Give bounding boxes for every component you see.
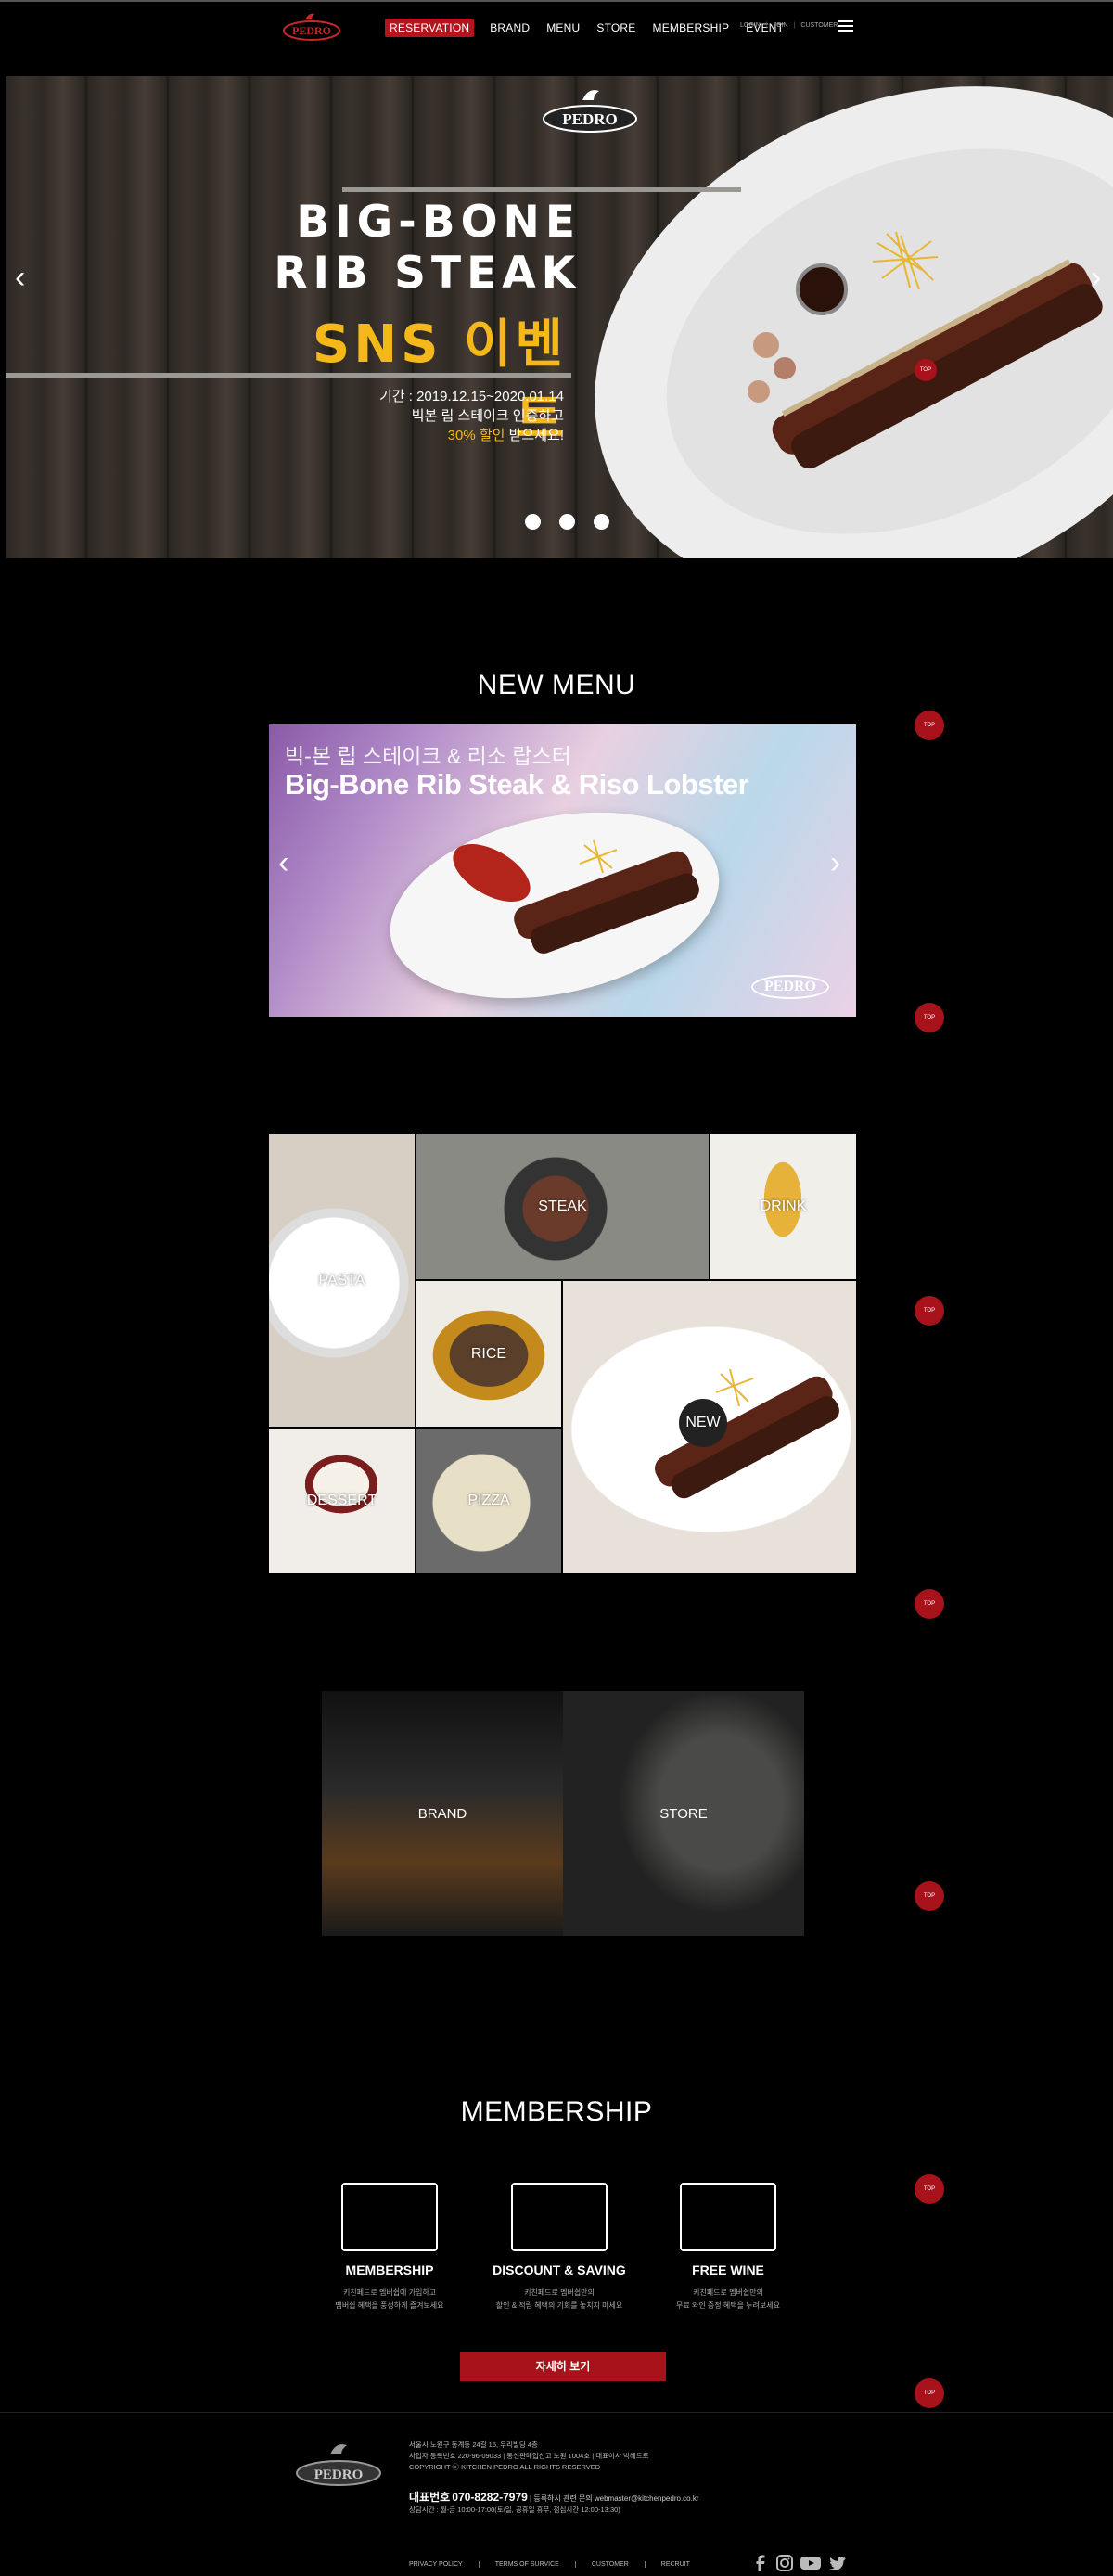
menu-steak-label: STEAK (538, 1198, 587, 1214)
menu-category-grid: PASTA STEAK DRINK RICE NEW DESSERT PIZZA (269, 1134, 856, 1573)
new-menu-banner[interactable]: 빅-본 립 스테이크 & 리소 랍스터 Big-Bone Rib Steak &… (269, 724, 856, 1017)
nav-reservation[interactable]: RESERVATION (385, 19, 475, 37)
menu-pizza[interactable]: PIZZA (416, 1429, 561, 1573)
steak-illustration (748, 231, 1103, 469)
hero-prev-arrow-icon[interactable]: ‹ (15, 260, 25, 296)
pedro-logo[interactable]: PEDRO (281, 10, 342, 42)
menu-pizza-label: PIZZA (467, 1493, 510, 1508)
nav-brand[interactable]: BRAND (490, 21, 530, 34)
store-label: STORE (659, 1805, 708, 1822)
svg-text:PEDRO: PEDRO (292, 24, 331, 37)
menu-dessert[interactable]: DESSERT (269, 1429, 415, 1573)
top-button[interactable]: TOP (915, 711, 944, 740)
top-button[interactable]: TOP (915, 2378, 944, 2408)
top-button[interactable]: TOP (915, 1589, 944, 1619)
hero-divider-bottom (6, 373, 571, 378)
svg-text:PEDRO: PEDRO (562, 110, 618, 128)
hero-top-button[interactable]: TOP (915, 359, 937, 381)
login-link[interactable]: LOGIN (740, 22, 761, 29)
site-header: PEDRO RESERVATION BRAND MENU STORE MEMBE… (0, 0, 1113, 54)
twitter-icon[interactable] (828, 2555, 847, 2571)
footer-pedro-logo: PEDRO (296, 2444, 381, 2486)
nav-store[interactable]: STORE (596, 21, 635, 34)
brand-label: BRAND (417, 1805, 467, 1822)
svg-text:PEDRO: PEDRO (314, 2467, 364, 2482)
footer-links: PRIVACY POLICY TERMS OF SURVICE CUSTOMER… (409, 2561, 706, 2568)
new-menu-logo: PEDRO (751, 975, 829, 999)
site-footer: PEDRO 서울시 노원구 동계동 24길 15, 우리빌딩 4층 사업자 등록… (0, 2412, 1113, 2576)
discount-coupon-icon (511, 2183, 608, 2251)
hero-event-info: 기간 : 2019.12.15~2020.01.14 빅본 립 스테이크 인증하… (378, 389, 564, 443)
hero-pedro-logo: PEDRO (543, 90, 637, 133)
top-button[interactable]: TOP (915, 2174, 944, 2204)
menu-pasta-label: PASTA (318, 1272, 365, 1288)
new-menu-name-ko: 빅-본 립 스테이크 & 리소 랍스터 (285, 744, 571, 768)
menu-new-label: NEW (679, 1398, 727, 1447)
slide-dot-2[interactable] (559, 514, 575, 530)
footer-tel: 대표번호 070-8282-7979 | 등록하시 관련 문의 webmaste… (409, 2491, 699, 2504)
hero-pagination (525, 514, 609, 530)
menu-new[interactable]: NEW (563, 1281, 856, 1573)
new-menu-prev-arrow-icon[interactable]: ‹ (278, 845, 288, 881)
customer-footer-link[interactable]: CUSTOMER (574, 2561, 645, 2568)
membership-detail-button[interactable]: 자세히 보기 (460, 2352, 666, 2381)
top-button[interactable]: TOP (915, 1003, 944, 1032)
hero-divider-top (342, 187, 741, 192)
menu-rice[interactable]: RICE (416, 1281, 561, 1427)
free-wine-item: FREE WINE 키친페드로 멤버쉽만의 무료 와인 증정 혜택을 누려보세요 (626, 2183, 830, 2313)
lobster-steak-illustration (453, 839, 699, 954)
footer-hours: 상담시간 : 월-금 10:00-17:00(토/일, 공휴일 휴무, 점심시간… (409, 2506, 620, 2514)
privacy-policy-link[interactable]: PRIVACY POLICY (409, 2561, 479, 2568)
slide-dot-1[interactable] (525, 514, 541, 530)
instagram-icon[interactable] (776, 2555, 793, 2571)
hero-title: BIG-BONE RIB STEAK (274, 197, 581, 299)
hero-next-arrow-icon[interactable]: › (1091, 260, 1101, 296)
new-menu-name-en: Big-Bone Rib Steak & Riso Lobster (285, 768, 749, 801)
menu-steak[interactable]: STEAK (416, 1134, 709, 1279)
membership-title: MEMBERSHIP (460, 2096, 653, 2127)
menu-dessert-label: DESSERT (306, 1493, 377, 1508)
customer-link[interactable]: CUSTOMER (794, 22, 838, 29)
recruit-link[interactable]: RECRUIT (644, 2561, 706, 2568)
menu-pasta[interactable]: PASTA (269, 1134, 415, 1427)
top-button[interactable]: TOP (915, 1296, 944, 1326)
new-menu-next-arrow-icon[interactable]: › (830, 845, 840, 881)
facebook-icon[interactable] (752, 2555, 769, 2571)
footer-company-info: 서울시 노원구 동계동 24길 15, 우리빌딩 4층 사업자 등록번호 220… (409, 2441, 649, 2471)
join-link[interactable]: JOIN (766, 22, 788, 29)
nav-menu[interactable]: MENU (546, 21, 580, 34)
store-link[interactable]: STORE (563, 1691, 804, 1936)
util-links: LOGIN JOIN CUSTOMER (740, 22, 838, 29)
hero-slider: PEDRO BIG-BONE RIB STEAK SNS 이벤트 기간 : 20… (6, 76, 1113, 558)
hamburger-menu-icon[interactable] (838, 20, 853, 32)
membership-card-icon (341, 2183, 438, 2251)
social-links (752, 2555, 847, 2571)
menu-rice-label: RICE (470, 1345, 507, 1362)
slide-dot-3[interactable] (594, 514, 609, 530)
terms-link[interactable]: TERMS OF SURVICE (478, 2561, 575, 2568)
menu-drink-label: DRINK (760, 1198, 807, 1214)
nav-membership[interactable]: MEMBERSHIP (653, 21, 730, 34)
main-nav: RESERVATION BRAND MENU STORE MEMBERSHIP … (385, 19, 800, 37)
brand-link[interactable]: BRAND (322, 1691, 563, 1936)
wine-glasses-icon (680, 2183, 776, 2251)
top-button[interactable]: TOP (915, 1881, 944, 1911)
youtube-icon[interactable] (800, 2555, 821, 2571)
new-menu-title: NEW MENU (477, 670, 636, 700)
menu-drink[interactable]: DRINK (710, 1134, 856, 1279)
